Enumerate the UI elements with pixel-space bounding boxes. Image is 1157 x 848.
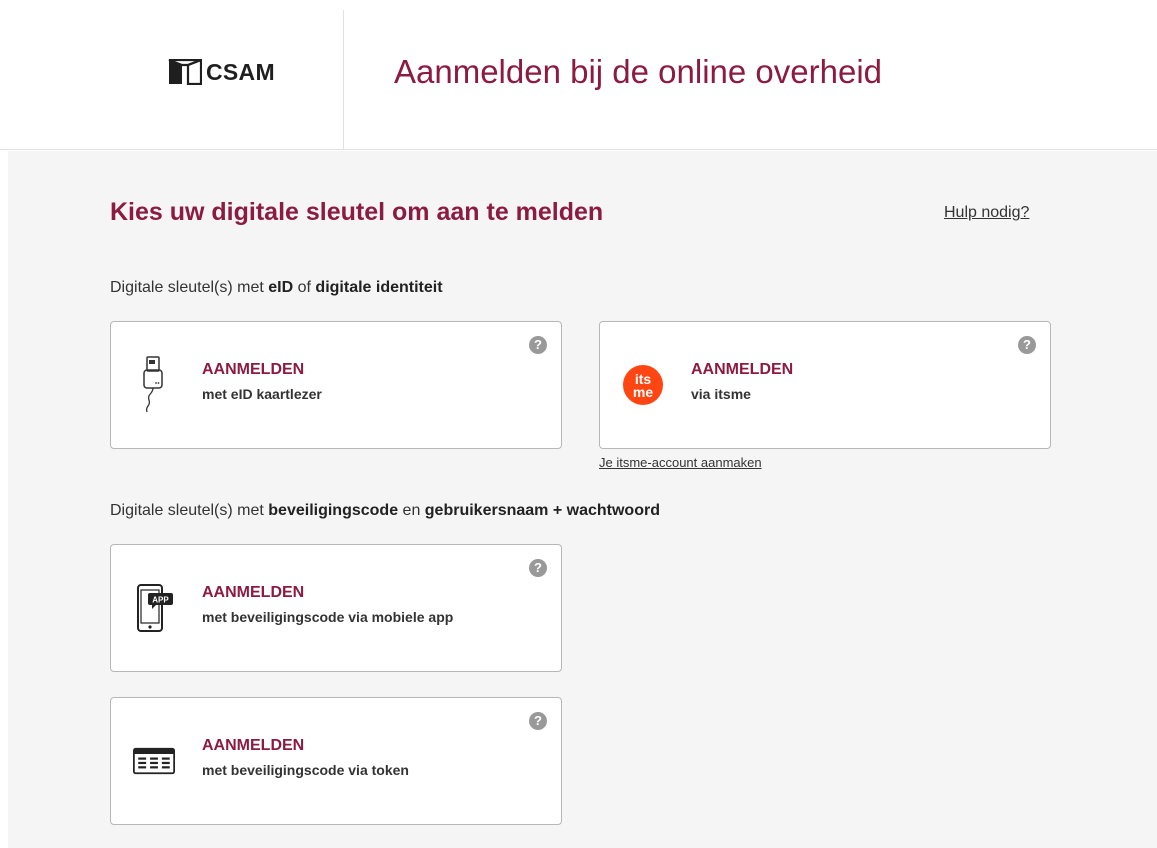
login-option-mobile-app-card[interactable]: APP AANMELDEN met beveiligingscode via m…	[110, 544, 562, 672]
page-header-title: Aanmelden bij de online overheid	[394, 53, 883, 90]
login-option-itsme-card[interactable]: its me AANMELDEN via itsme ?	[599, 321, 1051, 449]
section-label-security-code: Digitale sleutel(s) met beveiligingscode…	[110, 502, 660, 520]
itsme-icon: its me	[622, 356, 664, 414]
help-link[interactable]: Hulp nodig?	[944, 204, 1029, 222]
app-badge-text: APP	[152, 596, 169, 605]
logo-text: CSAM	[206, 58, 275, 85]
csam-logo-icon	[168, 59, 202, 85]
itsme-logo-bottom: me	[633, 384, 653, 400]
card-subtitle: met beveiligingscode via mobiele app	[202, 609, 454, 625]
card-title: AANMELDEN	[691, 361, 794, 378]
page-title: Kies uw digitale sleutel om aan te melde…	[110, 198, 604, 226]
itsme-create-account-link[interactable]: Je itsme-account aanmaken	[599, 455, 762, 470]
csam-logo[interactable]: CSAM	[168, 58, 275, 86]
section-label-middle: en	[398, 502, 425, 519]
help-icon[interactable]: ?	[1018, 336, 1036, 354]
card-title: AANMELDEN	[202, 737, 305, 754]
section-label-eid: Digitale sleutel(s) met eID of digitale …	[110, 279, 443, 297]
section-label-bold: gebruikersnaam + wachtwoord	[424, 502, 660, 519]
login-option-eid-card[interactable]: AANMELDEN met eID kaartlezer ?	[110, 321, 562, 449]
card-subtitle: met beveiligingscode via token	[202, 762, 409, 778]
section-label-bold: digitale identiteit	[315, 279, 443, 296]
help-icon[interactable]: ?	[529, 712, 547, 730]
login-option-token-card[interactable]: AANMELDEN met beveiligingscode via token…	[110, 697, 562, 825]
header-divider	[343, 10, 344, 150]
card-reader-icon	[133, 356, 175, 414]
help-icon[interactable]: ?	[529, 559, 547, 577]
section-label-bold: eID	[268, 279, 294, 296]
card-subtitle: met eID kaartlezer	[202, 386, 322, 402]
card-title: AANMELDEN	[202, 584, 305, 601]
section-label-bold: beveiligingscode	[268, 502, 399, 519]
section-label-prefix: Digitale sleutel(s) met	[110, 279, 269, 296]
header: CSAM Aanmelden bij de online overheid	[0, 0, 1157, 150]
section-label-prefix: Digitale sleutel(s) met	[110, 502, 269, 519]
section-label-middle: of	[293, 279, 316, 296]
mobile-app-icon: APP	[133, 579, 175, 637]
token-icon	[133, 732, 175, 790]
help-icon[interactable]: ?	[529, 336, 547, 354]
card-title: AANMELDEN	[202, 361, 305, 378]
card-subtitle: via itsme	[691, 386, 751, 402]
